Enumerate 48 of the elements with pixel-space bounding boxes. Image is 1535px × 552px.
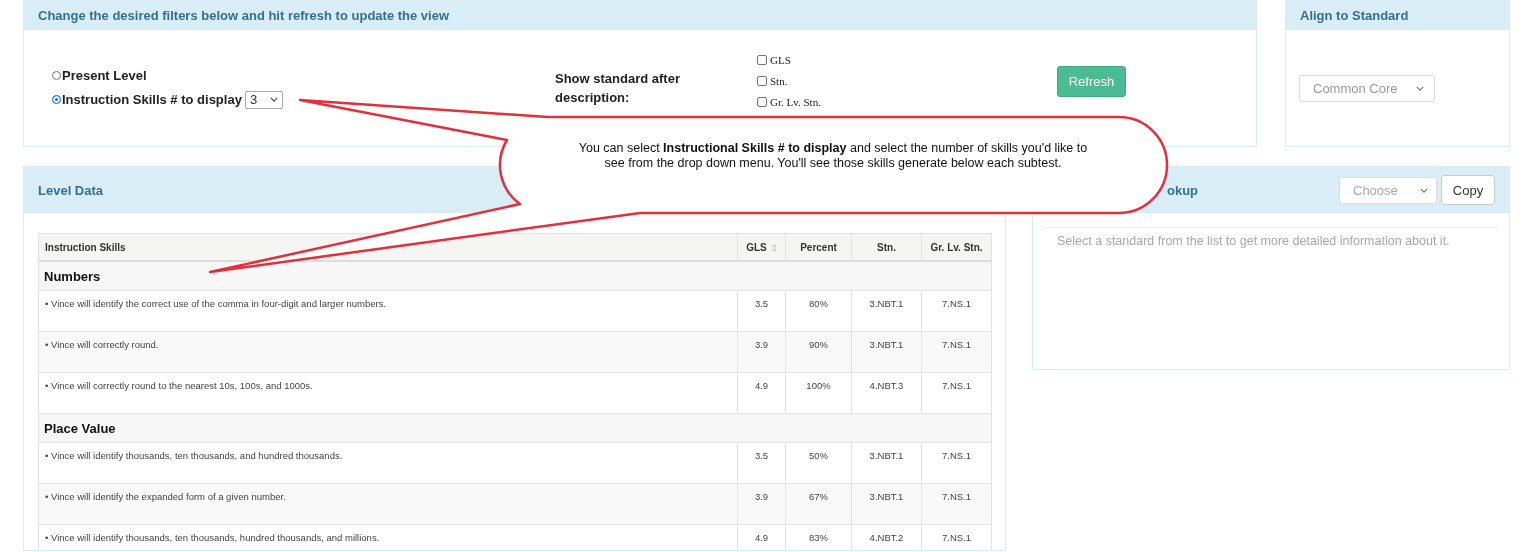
table-cell: 3.NBT.1	[851, 483, 922, 525]
field-label: Show standard after description:	[555, 70, 681, 107]
table-cell: 7.NS.1	[921, 442, 992, 484]
checkbox-option[interactable]: Stn.	[757, 75, 1057, 87]
table-cell: 3.5	[737, 442, 786, 484]
table-cell: 7.NS.1	[921, 372, 992, 414]
table-cell: 3.9	[737, 331, 786, 373]
caret-icon	[269, 97, 278, 102]
column-header: Percent	[785, 233, 852, 261]
checkbox-option[interactable]: Gr. Lv. Stn.	[757, 96, 1057, 108]
table-cell: • Vince will correctly round to the nearest 10s, 100s, and 1000s.	[38, 372, 738, 414]
panel-title: okup	[1167, 182, 1199, 198]
table-cell: 3.NBT.1	[851, 331, 922, 373]
table-cell: 7.NS.1	[921, 290, 992, 332]
table-cell: 100%	[785, 372, 852, 414]
table-cell: 3.9	[737, 483, 786, 525]
table-cell: 4.NBT.3	[851, 372, 922, 414]
radio-option[interactable]: Present Level	[52, 67, 147, 83]
checkbox-option[interactable]: GLS	[757, 54, 1057, 66]
group-heading: Numbers	[38, 261, 992, 291]
table-cell: • Vince will identify thousands, ten thousands, and hundred thousands.	[38, 442, 738, 484]
column-header: Stn.	[851, 233, 922, 261]
group-heading: Place Value	[38, 413, 992, 443]
table-cell: • Vince will identify the expanded form of a given number.	[38, 483, 738, 525]
caret-icon	[1420, 187, 1428, 193]
count-select[interactable]: 3	[244, 90, 283, 109]
table-cell: 7.NS.1	[921, 331, 992, 373]
caret-icon	[1416, 86, 1424, 91]
table-cell: 3.NBT.1	[851, 290, 922, 332]
table-cell: 3.NBT.1	[851, 442, 922, 484]
sort-icon[interactable]	[771, 243, 777, 252]
column-header[interactable]: GLS	[737, 233, 786, 261]
table-cell: 3.5	[737, 290, 786, 332]
table-cell: 4.9	[737, 372, 786, 414]
column-header: Gr. Lv. Stn.	[921, 233, 992, 261]
table-cell: 67%	[785, 483, 852, 525]
table-cell: 7.NS.1	[921, 483, 992, 525]
table-cell: 90%	[785, 331, 852, 373]
hint-text: Select a standard from the list to get more detailed information about it.	[1043, 227, 1499, 254]
table-cell: • Vince will identify the correct use of the comma in four-digit and larger numbers.	[38, 290, 738, 332]
copy-button[interactable]: Copy	[1441, 175, 1495, 205]
table-cell: • Vince will correctly round.	[38, 331, 738, 373]
panel-title: Align to Standard	[1286, 0, 1509, 30]
table-cell: • Vince will identify thousands, ten thousands, hundred thousands, and millions.	[38, 524, 738, 550]
radio-option[interactable]: Instruction Skills # to display	[52, 92, 242, 107]
table-cell: 50%	[785, 442, 852, 484]
table-cell: 80%	[785, 290, 852, 332]
panel-title: Change the desired filters below and hit refresh to update the view	[24, 0, 1256, 30]
